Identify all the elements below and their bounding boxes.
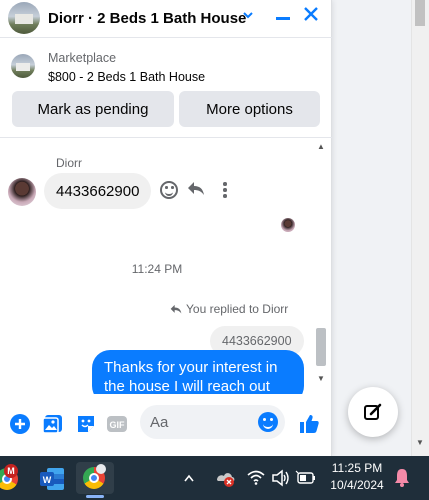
message-timestamp: 11:24 PM	[131, 262, 183, 276]
emoji-icon[interactable]	[258, 412, 278, 432]
plus-icon[interactable]	[9, 413, 31, 435]
sticker-icon[interactable]	[75, 413, 97, 435]
page-scrollbar-thumb[interactable]	[415, 0, 425, 26]
message-composer: GIF	[0, 394, 332, 456]
windows-taskbar: M W 11:25 PM 10/4/2024	[0, 456, 429, 500]
chat-header[interactable]: Diorr · 2 Beds 1 Bath House	[0, 0, 332, 38]
mark-as-pending-button[interactable]: Mark as pending	[12, 91, 174, 127]
listing-info[interactable]: $800 - 2 Beds 1 Bath House	[48, 70, 205, 84]
outlook-badge: M	[4, 464, 18, 478]
show-hidden-icons-chevron-icon[interactable]	[183, 456, 195, 500]
compose-icon	[364, 403, 382, 420]
sender-name: Diorr	[56, 156, 82, 170]
gif-icon[interactable]: GIF	[106, 413, 128, 435]
battery-icon[interactable]	[295, 456, 317, 500]
close-icon[interactable]	[303, 6, 319, 26]
react-icon[interactable]	[160, 181, 178, 199]
listing-avatar	[8, 2, 40, 34]
message-input-box[interactable]	[140, 405, 285, 439]
word-icon[interactable]: W	[37, 462, 69, 494]
thumbs-up-icon[interactable]	[298, 413, 320, 435]
listing-category: Marketplace	[48, 51, 117, 65]
listing-thumbnail	[11, 54, 35, 78]
scroll-up-arrow-icon[interactable]: ▲	[317, 142, 325, 151]
notification-bell-icon[interactable]	[393, 456, 411, 500]
listing-card: Marketplace $800 - 2 Beds 1 Bath House M…	[0, 38, 332, 138]
seen-indicator-avatar	[281, 218, 295, 232]
photo-icon[interactable]	[42, 413, 64, 435]
incoming-message[interactable]: 4433662900	[44, 173, 152, 209]
onedrive-error-icon[interactable]	[214, 456, 236, 500]
scroll-down-arrow-icon[interactable]: ▼	[317, 374, 325, 383]
scroll-down-arrow-icon[interactable]: ▼	[413, 436, 427, 450]
page-scrollbar[interactable]	[411, 0, 429, 456]
svg-text:W: W	[43, 475, 52, 485]
reply-icon	[170, 304, 182, 313]
more-icon[interactable]	[223, 182, 227, 200]
reply-note: You replied to Diorr	[170, 302, 288, 316]
more-options-button[interactable]: More options	[179, 91, 320, 127]
chat-window: Diorr · 2 Beds 1 Bath House Marketplace …	[0, 0, 332, 456]
taskbar-date: 10/4/2024	[330, 478, 384, 492]
new-message-button[interactable]	[348, 387, 398, 437]
message-input[interactable]	[150, 405, 258, 439]
chrome-profile-icon[interactable]	[76, 462, 114, 498]
taskbar-clock[interactable]: 11:25 PM 10/4/2024	[328, 460, 386, 494]
chevron-down-icon[interactable]	[242, 9, 254, 23]
minimize-icon[interactable]	[276, 17, 290, 20]
taskbar-time: 11:25 PM	[331, 461, 383, 475]
wifi-icon[interactable]	[247, 456, 265, 500]
message-scrollbar-thumb[interactable]	[316, 328, 326, 366]
outgoing-message[interactable]: Thanks for your interest in the house I …	[92, 350, 304, 394]
message-scrollbar[interactable]: ▲ ▼	[314, 138, 328, 394]
chat-title[interactable]: Diorr · 2 Beds 1 Bath House	[48, 10, 246, 27]
taskbar-outlook-chrome-icon[interactable]: M	[0, 462, 26, 494]
svg-text:GIF: GIF	[110, 420, 126, 430]
reply-icon[interactable]	[187, 181, 205, 202]
volume-icon[interactable]	[271, 456, 291, 500]
reply-note-text: You replied to Diorr	[186, 302, 289, 316]
sender-avatar[interactable]	[8, 178, 36, 206]
message-list: Diorr 4433662900 11:24 PM You replied to…	[0, 138, 332, 394]
